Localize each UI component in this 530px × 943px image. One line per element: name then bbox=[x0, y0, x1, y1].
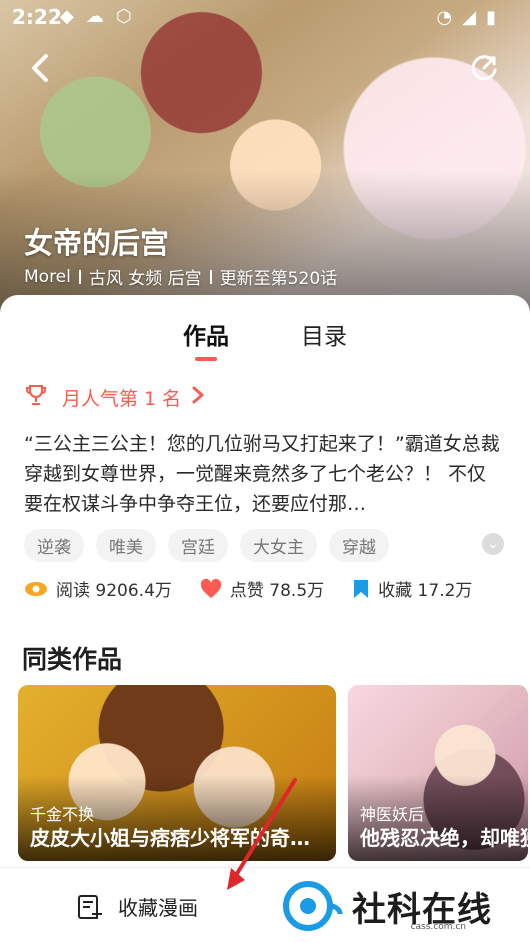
status-time: 2:22 bbox=[12, 5, 62, 29]
collect-comic-button[interactable]: 收藏漫画 bbox=[76, 892, 198, 921]
tab-bar: 作品 目录 bbox=[0, 317, 530, 351]
status-icons-right: ◔ ◢ ▮ bbox=[437, 7, 496, 28]
update-status: 更新至第520话 bbox=[219, 269, 338, 289]
rank-link[interactable]: 月人气第 1 名 bbox=[24, 383, 205, 412]
tag-list: 逆袭 唯美 宫廷 大女主 穿越 bbox=[24, 529, 389, 562]
collect-count: 收藏 17.2万 bbox=[378, 581, 473, 601]
wifi-icon: ◔ bbox=[436, 7, 453, 28]
tag-item[interactable]: 逆袭 bbox=[24, 529, 84, 562]
meta-separator bbox=[78, 269, 81, 284]
status-bar: 2:22 ◆ ☁ ⬡ ◔ ◢ ▮ bbox=[0, 0, 530, 36]
chevron-right-icon bbox=[191, 386, 205, 409]
similar-section-title: 同类作品 bbox=[22, 645, 123, 674]
tag-item[interactable]: 宫廷 bbox=[168, 529, 228, 562]
back-button[interactable] bbox=[24, 50, 60, 86]
status-icons-left: ◆ ☁ ⬡ bbox=[60, 6, 132, 27]
comic-title: 女帝的后宫 bbox=[24, 226, 170, 260]
tab-works[interactable]: 作品 bbox=[183, 317, 229, 351]
battery-icon: ▮ bbox=[486, 7, 496, 28]
read-count: 阅读 9206.4万 bbox=[56, 581, 172, 601]
eye-icon bbox=[25, 581, 47, 596]
comic-meta: Morel 古风 女频 后宫 更新至第520话 bbox=[24, 264, 338, 290]
cube-icon: ⬡ bbox=[115, 6, 132, 27]
similar-card[interactable]: 神医妖后 他残忍决绝，却唯独 bbox=[348, 685, 528, 861]
meta-separator bbox=[209, 269, 212, 284]
like-stat[interactable]: 点赞 78.5万 bbox=[200, 576, 324, 601]
cloud-icon: ☁ bbox=[85, 6, 104, 27]
add-collection-icon bbox=[78, 894, 102, 919]
chevron-down-icon: ⌄ bbox=[487, 536, 499, 552]
rank-label: 月人气第 1 名 bbox=[62, 388, 182, 410]
share-icon bbox=[471, 55, 497, 81]
tag-item[interactable]: 穿越 bbox=[329, 529, 389, 562]
author-name: Morel bbox=[24, 266, 71, 287]
tab-catalog[interactable]: 目录 bbox=[301, 317, 347, 351]
collect-stat[interactable]: 收藏 17.2万 bbox=[352, 576, 472, 601]
heart-icon bbox=[200, 578, 221, 598]
watermark-url: cass.com.cn bbox=[410, 922, 466, 932]
watermark: 社科在线 cass.com.cn bbox=[280, 870, 530, 942]
trophy-icon bbox=[24, 383, 48, 412]
expand-tags-button[interactable]: ⌄ bbox=[482, 533, 504, 555]
share-button[interactable] bbox=[466, 50, 502, 86]
card-title: 他残忍决绝，却唯独 bbox=[360, 826, 528, 850]
collect-label: 收藏漫画 bbox=[118, 896, 198, 920]
description: “三公主三公主！您的几位驸马又打起来了！”霸道女总裁穿越到女尊世界，一觉醒来竟然… bbox=[24, 433, 500, 515]
like-count: 点赞 78.5万 bbox=[229, 581, 325, 601]
read-stat: 阅读 9206.4万 bbox=[24, 576, 172, 601]
tag-item[interactable]: 唯美 bbox=[96, 529, 156, 562]
signal-icon: ◢ bbox=[462, 7, 477, 28]
app-notification-icon: ◆ bbox=[60, 6, 74, 27]
watermark-logo-icon bbox=[283, 881, 343, 931]
tag-item[interactable]: 大女主 bbox=[240, 529, 317, 562]
bookmark-icon bbox=[354, 579, 369, 598]
stats-row: 阅读 9206.4万 点赞 78.5万 收藏 17.2万 bbox=[24, 576, 472, 601]
chevron-left-icon bbox=[32, 54, 48, 82]
genre-list: 古风 女频 后宫 bbox=[88, 269, 202, 289]
